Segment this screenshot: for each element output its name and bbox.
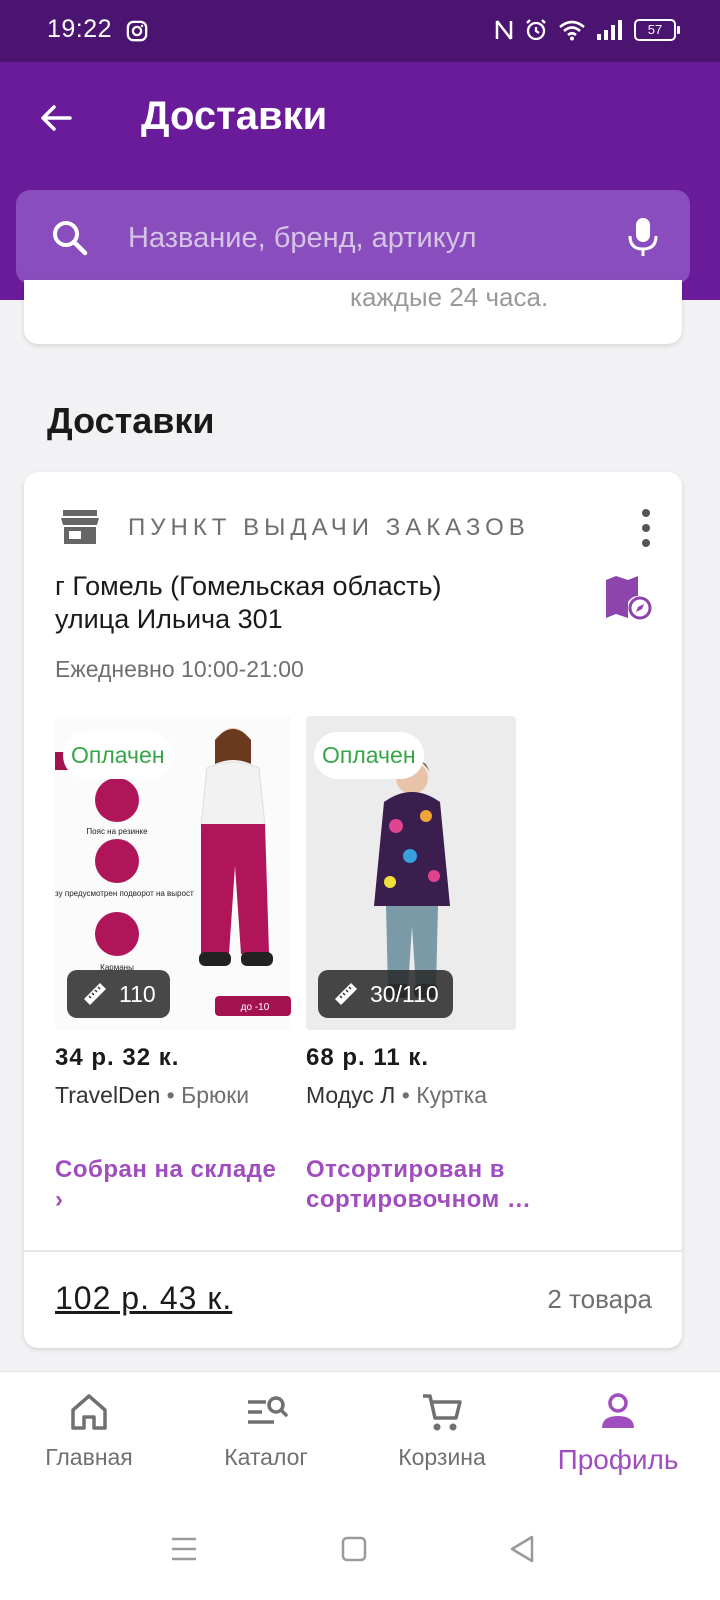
signal-icon [597, 20, 622, 40]
search-icon [53, 221, 88, 256]
status-bar: 19:22 57 [0, 0, 720, 62]
working-hours: Ежедневно 10:00-21:00 [55, 656, 304, 682]
menu-icon[interactable] [166, 1531, 202, 1567]
meta-separator: • [401, 1082, 417, 1108]
bottom-navigation: Главная Каталог Корзина Профиль [0, 1371, 720, 1502]
store-icon [61, 510, 99, 544]
instagram-icon [126, 20, 148, 42]
delivery-card[interactable]: Пункт выдачи заказов г Гомель (Гомельска… [24, 472, 682, 1348]
product-category: Куртка [416, 1082, 488, 1108]
more-options-icon[interactable] [636, 508, 656, 548]
size-value: 30/110 [370, 980, 439, 1007]
address-line-2: улица Ильича 301 [55, 604, 283, 634]
address-line-1: г Гомель (Гомельская область) [55, 571, 442, 601]
nav-item-cart[interactable]: Корзина [362, 1390, 522, 1471]
pickup-address: г Гомель (Гомельская область) улица Ильи… [55, 570, 575, 636]
tracking-status-link[interactable]: Отсортирован в сортировочном … [306, 1155, 536, 1215]
product-image[interactable]: Пояс на резинке Снизу предусмотрен подво… [55, 716, 291, 1030]
product-meta: TravelDen • Брюки [55, 1082, 291, 1109]
tracking-status-link[interactable]: Собран на складе › [55, 1155, 291, 1215]
product-brand: TravelDen [55, 1082, 161, 1108]
meta-separator: • [166, 1082, 182, 1108]
home-icon [71, 1394, 107, 1430]
nfc-icon [495, 20, 513, 40]
section-title: Доставки [47, 400, 215, 441]
page-title: Доставки [141, 94, 328, 138]
size-badge: 30/110 [318, 970, 453, 1018]
ruler-icon [84, 983, 106, 1005]
ruler-icon [335, 983, 357, 1005]
microphone-icon[interactable] [626, 216, 660, 258]
nav-item-home[interactable]: Главная [9, 1390, 169, 1471]
size-value: 110 [119, 980, 156, 1007]
size-badge: 110 [67, 970, 170, 1018]
previous-card-text: каждые 24 часа. [350, 282, 549, 312]
catalog-search-icon [248, 1396, 288, 1424]
product-card[interactable]: Оплачен 30/110 68 р. 11 к. Модус Л • Кур… [306, 716, 536, 1215]
image-caption-1: Пояс на резинке [86, 827, 148, 836]
product-category: Брюки [181, 1082, 250, 1108]
nav-item-profile[interactable]: Профиль [538, 1390, 698, 1476]
previous-card: каждые 24 часа. [24, 280, 682, 344]
back-triangle-icon[interactable] [504, 1531, 540, 1567]
battery-indicator: 57 [634, 19, 680, 41]
image-tag: до -10 [241, 1002, 270, 1013]
alarm-icon [526, 19, 546, 41]
nav-label: Главная [45, 1444, 133, 1470]
product-meta: Модус Л • Куртка [306, 1082, 536, 1109]
search-input[interactable] [126, 212, 600, 264]
paid-status-badge: Оплачен [63, 732, 173, 779]
order-total[interactable]: 102 р. 43 к. [55, 1280, 232, 1317]
image-caption-2: Снизу предусмотрен подворот на вырост [55, 889, 194, 898]
profile-icon [602, 1393, 634, 1428]
delivery-type-label: Пункт выдачи заказов [128, 514, 530, 541]
nav-label: Профиль [557, 1444, 679, 1475]
back-arrow-icon[interactable] [36, 98, 76, 138]
search-bar[interactable] [16, 190, 690, 284]
wifi-icon [559, 20, 585, 41]
nav-item-catalog[interactable]: Каталог [186, 1390, 346, 1471]
items-count: 2 товара [547, 1284, 652, 1314]
product-price: 68 р. 11 к. [306, 1044, 430, 1071]
card-divider [24, 1250, 682, 1252]
home-square-icon[interactable] [336, 1531, 372, 1567]
product-brand: Модус Л [306, 1082, 396, 1108]
nav-label: Корзина [398, 1444, 486, 1470]
app-header: Доставки [0, 62, 720, 300]
status-time: 19:22 [47, 15, 113, 43]
cart-icon [423, 1394, 462, 1431]
map-navigation-icon[interactable] [604, 574, 652, 622]
product-card[interactable]: Пояс на резинке Снизу предусмотрен подво… [55, 716, 291, 1215]
product-price: 34 р. 32 к. [55, 1044, 180, 1071]
paid-status-badge: Оплачен [314, 732, 424, 779]
nav-label: Каталог [224, 1444, 308, 1470]
system-navigation-bar [0, 1501, 720, 1600]
product-image[interactable]: Оплачен 30/110 [306, 716, 516, 1030]
